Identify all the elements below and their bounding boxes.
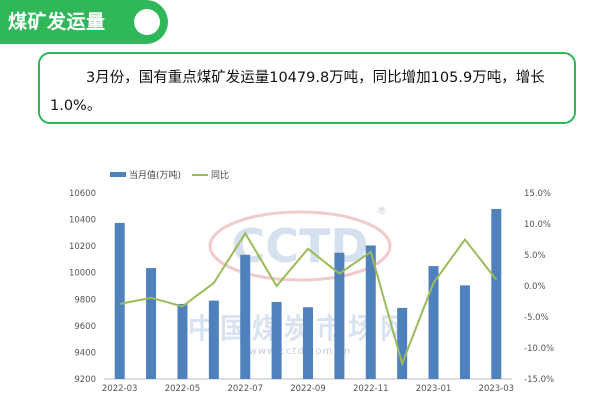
legend-bar-swatch <box>110 172 126 177</box>
y-right-tick-label: 10.0% <box>524 220 551 230</box>
x-tick-label: 2022-09 <box>290 384 326 394</box>
y-left-tick-label: 9600 <box>74 322 96 332</box>
y-left-tick-label: 9200 <box>74 375 96 385</box>
y-right-tick-label: 5.0% <box>524 251 546 261</box>
y-right-tick-label: -5.0% <box>524 313 549 323</box>
x-tick-label: 2022-11 <box>353 384 389 394</box>
bar <box>208 300 219 379</box>
watermark-registered: ® <box>377 204 388 217</box>
watermark-cn-text: 中国煤炭市场网 <box>188 312 412 345</box>
bar <box>114 222 125 379</box>
bar <box>177 303 188 379</box>
bar <box>397 307 408 379</box>
legend-label-line: 同比 <box>211 169 229 181</box>
x-tick-label: 2023-01 <box>416 384 452 394</box>
bar <box>303 307 313 379</box>
x-tick-label: 2023-03 <box>479 384 515 394</box>
bar <box>459 285 470 379</box>
y-right-tick-label: 15.0% <box>524 189 551 199</box>
y-left-tick-label: 9400 <box>74 348 96 358</box>
y-right-tick-label: -10.0% <box>524 344 554 354</box>
x-tick-label: 2022-05 <box>165 384 201 394</box>
bar <box>271 301 282 379</box>
y-left-tick-label: 10600 <box>69 189 96 199</box>
x-tick-label: 2022-07 <box>227 384 263 394</box>
y-left-tick-label: 9800 <box>74 295 96 305</box>
y-left-tick-label: 10400 <box>69 216 96 226</box>
bar <box>146 268 157 379</box>
y-left-tick-label: 10200 <box>69 242 96 252</box>
y-right-tick-label: 0.0% <box>524 282 546 292</box>
bar <box>240 254 251 379</box>
y-left-tick-label: 10000 <box>69 269 96 279</box>
chart: CCTD®中国煤炭市场网www.cctd.com.cn9200940096009… <box>69 169 554 394</box>
x-tick-label: 2022-03 <box>102 384 138 394</box>
bar <box>491 208 502 379</box>
legend-label-bar: 当月值(万吨) <box>129 169 181 181</box>
y-right-tick-label: -15.0% <box>524 375 554 385</box>
